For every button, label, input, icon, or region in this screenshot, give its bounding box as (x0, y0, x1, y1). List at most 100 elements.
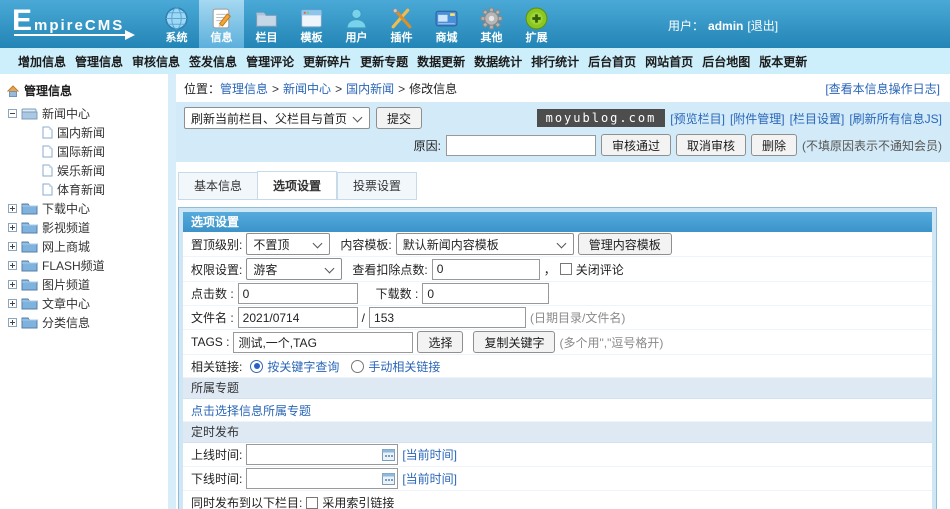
tree-node-label[interactable]: 下载中心 (42, 200, 90, 217)
menubar-item-update-fragments[interactable]: 更新碎片 (303, 53, 351, 70)
menubar-item-update-topics[interactable]: 更新专题 (360, 53, 408, 70)
topic-select-link[interactable]: 点击选择信息所属专题 (191, 402, 311, 419)
preview-column-link[interactable]: [预览栏目] (670, 110, 725, 127)
tree-node-label[interactable]: 分类信息 (42, 314, 90, 331)
deduct-points-input[interactable] (431, 258, 540, 280)
attachment-manage-link[interactable]: [附件管理] (730, 110, 785, 127)
downloads-input[interactable] (422, 283, 550, 304)
topnav-columns[interactable]: 栏目 (244, 0, 289, 48)
tree-node-label[interactable]: 影视频道 (42, 219, 90, 236)
cancel-review-button[interactable]: 取消审核 (675, 134, 746, 156)
index-link-checkbox[interactable] (306, 496, 319, 509)
expand-icon[interactable] (8, 318, 17, 327)
tree-node-image-channel[interactable]: 图片频道 (6, 275, 168, 294)
topnav-other[interactable]: 其他 (469, 0, 514, 48)
reason-input[interactable] (445, 134, 596, 156)
tree-node-flash-channel[interactable]: FLASH频道 (6, 256, 168, 275)
tree-node-online-mall[interactable]: 网上商城 (6, 237, 168, 256)
tree-node-label[interactable]: FLASH频道 (42, 257, 105, 274)
tree-node-domestic-news[interactable]: 国内新闻 (6, 123, 168, 142)
permission-select[interactable]: 游客 (246, 258, 343, 280)
topnav-system[interactable]: 系统 (154, 0, 199, 48)
operation-log-link[interactable]: [查看本信息操作日志] (825, 80, 940, 97)
topnav-extend[interactable]: 扩展 (514, 0, 559, 48)
tags-input[interactable] (233, 331, 414, 353)
tree-node-label[interactable]: 体育新闻 (57, 181, 105, 198)
menubar-item-data-update[interactable]: 数据更新 (417, 53, 465, 70)
expand-icon[interactable] (8, 261, 17, 270)
topnav-users[interactable]: 用户 (334, 0, 379, 48)
calendar-icon[interactable] (382, 448, 396, 461)
tree-node-label[interactable]: 网上商城 (42, 238, 90, 255)
menubar-item-add-info[interactable]: 增加信息 (18, 53, 66, 70)
calendar-icon[interactable] (382, 472, 396, 485)
tree-node-label[interactable]: 国内新闻 (57, 124, 105, 141)
tree-node-sports-news[interactable]: 体育新闻 (6, 180, 168, 199)
manual-related-label[interactable]: 手动相关链接 (368, 358, 440, 375)
tree-node-article-center[interactable]: 文章中心 (6, 294, 168, 313)
tree-node-label[interactable]: 娱乐新闻 (57, 162, 105, 179)
topnav-plugins[interactable]: 插件 (379, 0, 424, 48)
tab-vote-settings[interactable]: 投票设置 (337, 172, 418, 200)
copy-keywords-button[interactable]: 复制关键字 (473, 331, 556, 353)
filename-name-input[interactable] (369, 307, 527, 328)
topnav-templates[interactable]: 模板 (289, 0, 334, 48)
tab-basic-info[interactable]: 基本信息 (178, 172, 258, 200)
tree-node-download-center[interactable]: 下载中心 (6, 199, 168, 218)
tags-choose-button[interactable]: 选择 (417, 331, 464, 353)
menubar-item-data-stats[interactable]: 数据统计 (474, 53, 522, 70)
tree-node-video-channel[interactable]: 影视频道 (6, 218, 168, 237)
breadcrumb-link-manage-info[interactable]: 管理信息 (220, 80, 268, 97)
keyword-query-label[interactable]: 按关键字查询 (267, 358, 339, 375)
refresh-all-js-link[interactable]: [刷新所有信息JS] (849, 110, 942, 127)
menubar-item-rank-stats[interactable]: 排行统计 (531, 53, 579, 70)
menubar-item-review-info[interactable]: 审核信息 (132, 53, 180, 70)
delete-button[interactable]: 删除 (750, 134, 797, 156)
tree-node-label[interactable]: 国际新闻 (57, 143, 105, 160)
expand-icon[interactable] (8, 204, 17, 213)
menubar-item-admin-home[interactable]: 后台首页 (588, 53, 636, 70)
expand-icon[interactable] (8, 223, 17, 232)
filename-dir-input[interactable] (237, 307, 358, 328)
tab-option-settings[interactable]: 选项设置 (257, 171, 338, 200)
refresh-scope-select[interactable]: 刷新当前栏目、父栏目与首页 (184, 107, 371, 129)
options-form-box: 选项设置 置顶级别: 不置顶 内容模板: 默认新闻内容模板 管理内容模板 权限设… (178, 207, 937, 509)
menubar-item-sign-info[interactable]: 签发信息 (189, 53, 237, 70)
keyword-query-radio[interactable] (250, 359, 264, 373)
tree-node-classified-info[interactable]: 分类信息 (6, 313, 168, 332)
collapse-icon[interactable] (8, 109, 17, 118)
tree-node-news-center[interactable]: 新闻中心 (6, 104, 168, 123)
expand-icon[interactable] (8, 299, 17, 308)
top-level-select[interactable]: 不置顶 (246, 233, 331, 255)
offline-time-input[interactable] (246, 468, 399, 489)
menubar-item-admin-map[interactable]: 后台地图 (702, 53, 750, 70)
breadcrumb-link-domestic-news[interactable]: 国内新闻 (346, 80, 394, 97)
current-time-link[interactable]: [当前时间] (402, 446, 457, 463)
breadcrumb-link-news-center[interactable]: 新闻中心 (283, 80, 331, 97)
tree-node-ent-news[interactable]: 娱乐新闻 (6, 161, 168, 180)
manual-related-radio[interactable] (351, 359, 365, 373)
tree-node-intl-news[interactable]: 国际新闻 (6, 142, 168, 161)
topnav-info[interactable]: 信息 (199, 0, 244, 48)
topnav-mall[interactable]: 商城 (424, 0, 469, 48)
online-time-input[interactable] (246, 444, 399, 465)
logout-link[interactable]: [退出] (747, 17, 778, 34)
tree-node-label[interactable]: 图片频道 (42, 276, 90, 293)
content-template-select[interactable]: 默认新闻内容模板 (395, 233, 574, 255)
column-settings-link[interactable]: [栏目设置] (790, 110, 845, 127)
close-comment-checkbox[interactable] (559, 263, 572, 275)
menubar-item-version-update[interactable]: 版本更新 (759, 53, 807, 70)
tree-node-label[interactable]: 新闻中心 (42, 105, 90, 122)
tags-note: (多个用","逗号格开) (559, 335, 664, 350)
submit-button[interactable]: 提交 (376, 107, 423, 129)
menubar-item-manage-info[interactable]: 管理信息 (75, 53, 123, 70)
menubar-item-manage-comments[interactable]: 管理评论 (246, 53, 294, 70)
manage-template-button[interactable]: 管理内容模板 (577, 233, 672, 255)
expand-icon[interactable] (8, 242, 17, 251)
clicks-input[interactable] (237, 283, 358, 304)
menubar-item-site-home[interactable]: 网站首页 (645, 53, 693, 70)
expand-icon[interactable] (8, 280, 17, 289)
current-time-link[interactable]: [当前时间] (402, 470, 457, 487)
tree-node-label[interactable]: 文章中心 (42, 295, 90, 312)
approve-button[interactable]: 审核通过 (600, 134, 671, 156)
